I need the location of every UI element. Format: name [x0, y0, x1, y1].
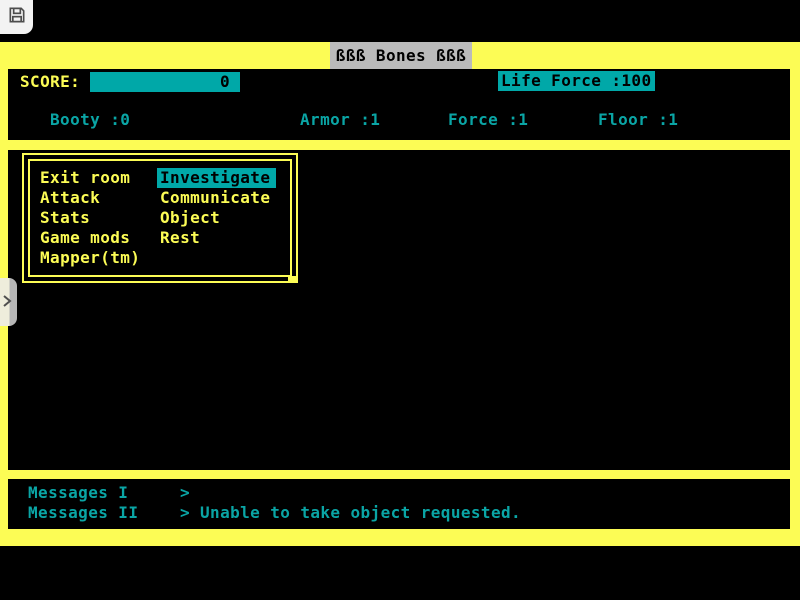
menu-item-game-mods[interactable]: Game mods: [40, 228, 140, 248]
message-row-2: Messages II > Unable to take object requ…: [8, 503, 790, 523]
messages-panel: Messages I > Messages II > Unable to tak…: [8, 479, 790, 529]
menu-item-rest[interactable]: Rest: [160, 228, 276, 248]
sidebar-toggle[interactable]: [0, 278, 17, 326]
status-panel: SCORE: 0 Life Force :100 Booty :0 Armor …: [8, 69, 790, 140]
save-button[interactable]: [0, 0, 33, 34]
stat-booty: Booty :0: [50, 110, 130, 130]
command-menu: Exit room Attack Stats Game mods Mapper(…: [22, 153, 298, 283]
menu-box-corner-nub: [288, 276, 298, 281]
chevron-right-icon: [0, 292, 12, 312]
menu-item-communicate[interactable]: Communicate: [160, 188, 276, 208]
messages-2-text: Unable to take object requested.: [200, 503, 521, 523]
messages-2-prompt: >: [180, 503, 190, 523]
menu-column-left: Exit room Attack Stats Game mods Mapper(…: [40, 168, 140, 268]
messages-1-prompt: >: [180, 483, 190, 503]
menu-column-right: Investigate Communicate Object Rest: [160, 168, 276, 248]
selected-menu-highlight[interactable]: Investigate: [157, 168, 276, 188]
main-play-area: Exit room Attack Stats Game mods Mapper(…: [8, 150, 790, 470]
score-bar: 0: [90, 72, 240, 92]
menu-item-attack[interactable]: Attack: [40, 188, 140, 208]
menu-item-object[interactable]: Object: [160, 208, 276, 228]
command-menu-inner-border: Exit room Attack Stats Game mods Mapper(…: [28, 159, 292, 277]
stat-armor: Armor :1: [300, 110, 380, 130]
menu-item-exit-room[interactable]: Exit room: [40, 168, 140, 188]
score-label: SCORE:: [20, 72, 80, 92]
game-screen: ßßß Bones ßßß SCORE: 0 Life Force :100 B…: [0, 0, 800, 600]
messages-2-label: Messages II: [28, 503, 138, 523]
life-force-badge: Life Force :100: [498, 71, 655, 91]
stat-force: Force :1: [448, 110, 528, 130]
messages-1-label: Messages I: [28, 483, 128, 503]
message-row-1: Messages I >: [8, 483, 790, 503]
floppy-disk-icon: [7, 5, 27, 30]
menu-item-mapper[interactable]: Mapper(tm): [40, 248, 140, 268]
menu-item-investigate[interactable]: Investigate: [160, 168, 276, 188]
game-title: ßßß Bones ßßß: [330, 42, 472, 69]
menu-item-stats[interactable]: Stats: [40, 208, 140, 228]
stat-floor: Floor :1: [598, 110, 678, 130]
